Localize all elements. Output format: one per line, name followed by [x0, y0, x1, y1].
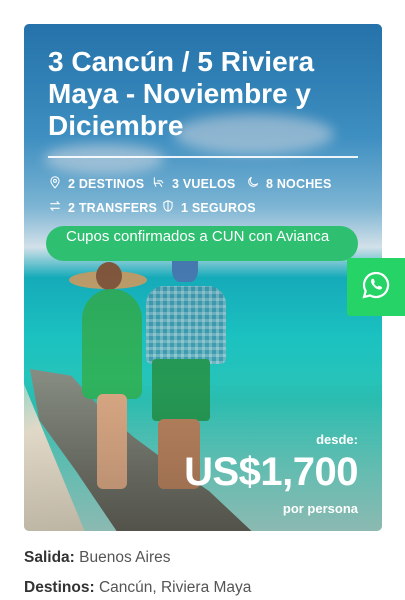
stat-vuelos: 3 VUELOS — [152, 175, 235, 192]
stat-label: 2 TRANSFERS — [68, 200, 158, 215]
map-pin-icon — [48, 175, 62, 192]
whatsapp-icon — [360, 269, 392, 306]
shield-icon — [161, 199, 175, 216]
departure-label: Salida: — [24, 549, 75, 566]
stat-destinos: 2 DESTINOS — [48, 175, 144, 192]
transfer-arrows-icon — [48, 199, 62, 216]
package-card[interactable]: 3 Cancún / 5 Riviera Maya - Noviembre y … — [24, 24, 382, 531]
price-per-person-label: por persona — [282, 501, 358, 516]
destinations-label: Destinos: — [24, 579, 95, 596]
stat-label: 1 SEGUROS — [181, 200, 256, 215]
price-amount: US$1,700 — [184, 450, 358, 494]
plane-seat-icon — [152, 175, 166, 192]
departure-value: Buenos Aires — [79, 549, 171, 566]
stat-label: 3 VUELOS — [172, 176, 236, 191]
package-title[interactable]: 3 Cancún / 5 Riviera Maya - Noviembre y … — [48, 46, 368, 142]
moon-icon — [246, 175, 260, 192]
divider — [48, 156, 358, 158]
stat-noches: 8 NOCHES — [246, 175, 332, 192]
departure-info: Salida: Buenos Aires — [24, 549, 170, 567]
destinations-info: Destinos: Cancún, Riviera Maya — [24, 579, 251, 597]
availability-badge: Cupos confirmados a CUN con Avianca — [46, 226, 358, 261]
price-from-label: desde: — [316, 432, 358, 447]
stat-transfers: 2 TRANSFERS — [48, 199, 157, 216]
stat-seguros: 1 SEGUROS — [161, 199, 256, 216]
whatsapp-button[interactable] — [347, 258, 405, 316]
stat-label: 2 DESTINOS — [68, 176, 145, 191]
stat-label: 8 NOCHES — [266, 176, 332, 191]
destinations-value: Cancún, Riviera Maya — [98, 579, 252, 596]
